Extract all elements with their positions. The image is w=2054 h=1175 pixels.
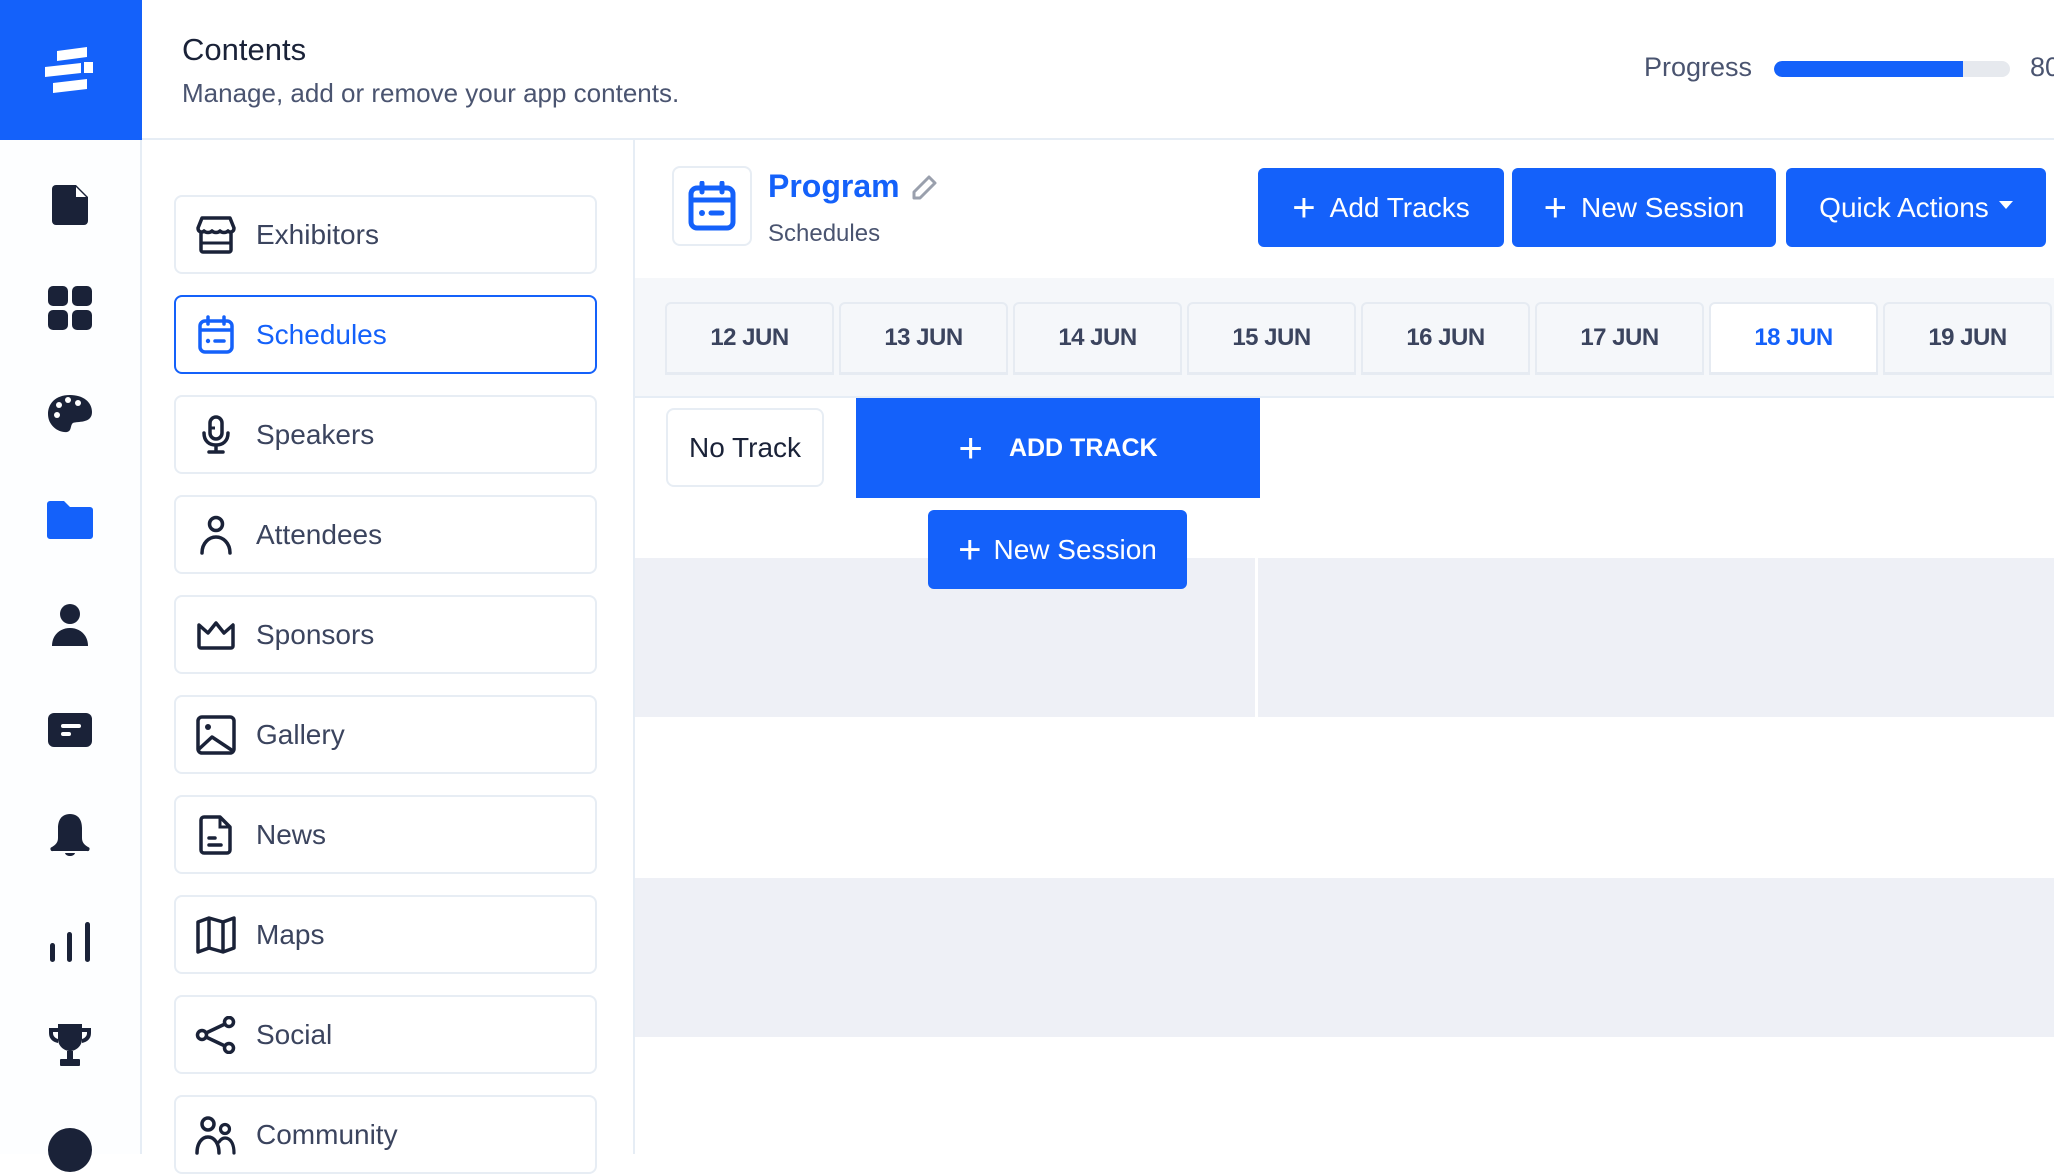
sidebar-item-label: Maps: [256, 918, 325, 950]
trophy-icon[interactable]: [45, 1020, 95, 1070]
image-icon: [194, 713, 238, 757]
progress-value: 80: [2030, 52, 2054, 82]
date-tab[interactable]: 17 JUN: [1535, 302, 1704, 375]
program-title: Program: [768, 168, 900, 204]
page-title: Contents: [182, 32, 307, 67]
sidebar-item-maps[interactable]: Maps: [174, 895, 597, 974]
message-icon[interactable]: [45, 705, 95, 755]
content-sidebar: Exhibitors Schedules Speakers Attendees Spon…: [142, 140, 635, 1174]
crown-icon: [194, 613, 238, 657]
sidebar-item-news[interactable]: News: [174, 795, 597, 874]
plus-icon: +: [1292, 185, 1316, 230]
people-icon: [194, 1113, 238, 1157]
sidebar-item-label: Exhibitors: [256, 218, 379, 250]
date-tab[interactable]: 15 JUN: [1187, 302, 1356, 375]
sidebar-item-label: Sponsors: [256, 618, 375, 650]
program-icon-box: [672, 166, 752, 246]
sidebar-item-label: Social: [256, 1018, 333, 1050]
user-icon[interactable]: [45, 600, 95, 650]
bell-icon[interactable]: [45, 810, 95, 860]
folder-icon[interactable]: [45, 495, 95, 545]
circle-icon[interactable]: [45, 1125, 95, 1175]
sidebar-item-community[interactable]: Community: [174, 1095, 597, 1174]
palette-icon[interactable]: [45, 389, 95, 439]
sidebar-item-label: Speakers: [256, 418, 375, 450]
progress-label: Progress: [1644, 52, 1753, 82]
bar-chart-icon[interactable]: [45, 917, 95, 967]
microphone-icon: [194, 413, 238, 457]
sidebar-item-label: Gallery: [256, 718, 345, 750]
caret-down-icon: [1998, 200, 2013, 209]
progress-bar-fill: [1774, 61, 1963, 77]
program-subtitle: Schedules: [768, 220, 881, 247]
date-tab[interactable]: 19 JUN: [1883, 302, 2052, 375]
main-panel: Program Schedules + Add Tracks + New Ses…: [635, 140, 2054, 1154]
pencil-icon[interactable]: [910, 174, 940, 204]
date-tab[interactable]: 14 JUN: [1013, 302, 1182, 375]
date-tab[interactable]: 12 JUN: [665, 302, 834, 375]
sidebar-item-label: News: [256, 818, 327, 850]
plus-icon: +: [958, 527, 982, 572]
app-logo[interactable]: [0, 0, 142, 140]
calendar-icon: [688, 181, 736, 231]
sidebar-item-social[interactable]: Social: [174, 995, 597, 1074]
date-tab[interactable]: 16 JUN: [1361, 302, 1530, 375]
sidebar-item-attendees[interactable]: Attendees: [174, 495, 597, 574]
map-icon: [194, 913, 238, 957]
document-icon: [194, 813, 238, 857]
add-track-button[interactable]: + ADD TRACK: [856, 398, 1260, 498]
share-icon: [194, 1013, 238, 1057]
file-icon[interactable]: [45, 180, 95, 230]
store-icon: [194, 213, 238, 257]
sidebar-item-sponsors[interactable]: Sponsors: [174, 595, 597, 674]
sidebar-item-label: Attendees: [256, 518, 383, 550]
column-divider: [1255, 558, 1258, 717]
no-track-label[interactable]: No Track: [666, 408, 824, 487]
page-header: Contents Manage, add or remove your app …: [142, 0, 2054, 140]
plus-icon: +: [1543, 185, 1567, 230]
plus-icon: +: [958, 424, 983, 471]
date-tab[interactable]: 13 JUN: [839, 302, 1008, 375]
schedule-row-band: [635, 878, 2054, 1037]
quick-actions-dropdown[interactable]: Quick Actions: [1786, 168, 2046, 247]
sidebar-item-schedules[interactable]: Schedules: [174, 295, 597, 374]
new-session-inline-button[interactable]: + New Session: [928, 510, 1187, 589]
date-tabs: 12 JUN 13 JUN 14 JUN 15 JUN 16 JUN 17 JUN 18 J…: [635, 278, 2054, 398]
person-icon: [194, 513, 238, 557]
add-tracks-button[interactable]: + Add Tracks: [1258, 168, 1504, 247]
calendar-icon: [194, 313, 238, 357]
sidebar-item-gallery[interactable]: Gallery: [174, 695, 597, 774]
date-tab[interactable]: 18 JUN: [1709, 302, 1878, 375]
progress-bar: [1774, 61, 2010, 77]
sidebar-item-label: Community: [256, 1118, 398, 1150]
sidebar-item-speakers[interactable]: Speakers: [174, 395, 597, 474]
sidebar-item-label: Schedules: [256, 318, 387, 350]
schedule-row-band: [635, 558, 2054, 717]
grid-icon[interactable]: [45, 283, 95, 333]
sidebar-item-exhibitors[interactable]: Exhibitors: [174, 195, 597, 274]
new-session-button[interactable]: + New Session: [1512, 168, 1776, 247]
page-subtitle: Manage, add or remove your app contents.: [182, 78, 680, 108]
logo-icon: [45, 47, 93, 93]
icon-rail: [0, 140, 142, 1172]
